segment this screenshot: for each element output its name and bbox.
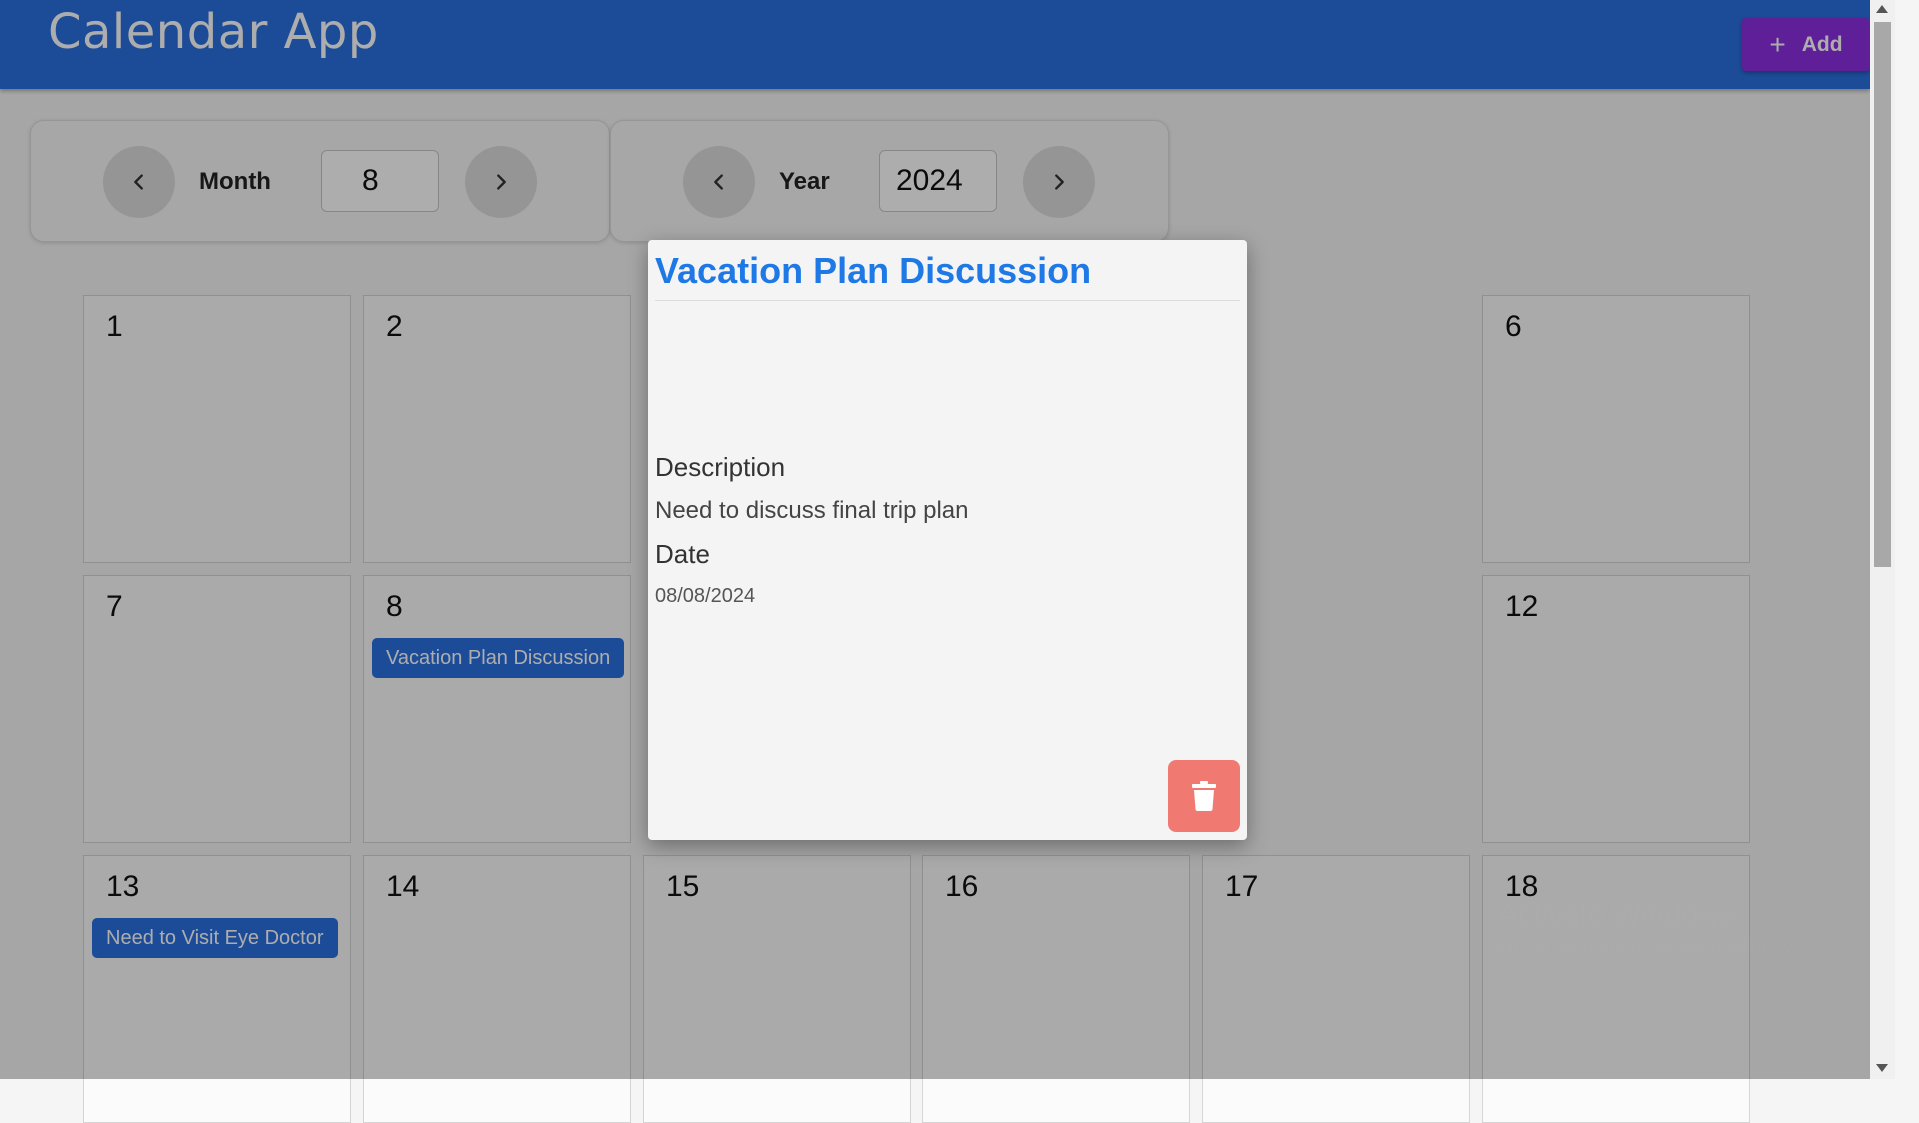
scroll-down-icon[interactable] — [1876, 1064, 1888, 1072]
event-details-modal: Vacation Plan Discussion Description Nee… — [648, 240, 1247, 840]
trash-icon — [1192, 781, 1216, 811]
modal-divider — [655, 300, 1240, 301]
date-label: Date — [655, 539, 710, 569]
scroll-up-icon[interactable] — [1876, 5, 1888, 13]
scrollbar-thumb[interactable] — [1874, 22, 1891, 567]
page-scrollbar[interactable] — [1870, 0, 1895, 1079]
description-text: Need to discuss final trip plan — [655, 497, 969, 524]
delete-event-button[interactable] — [1168, 760, 1240, 832]
description-label: Description — [655, 452, 786, 482]
modal-title: Vacation Plan Discussion — [655, 250, 1092, 291]
date-value: 08/08/2024 — [655, 585, 756, 607]
